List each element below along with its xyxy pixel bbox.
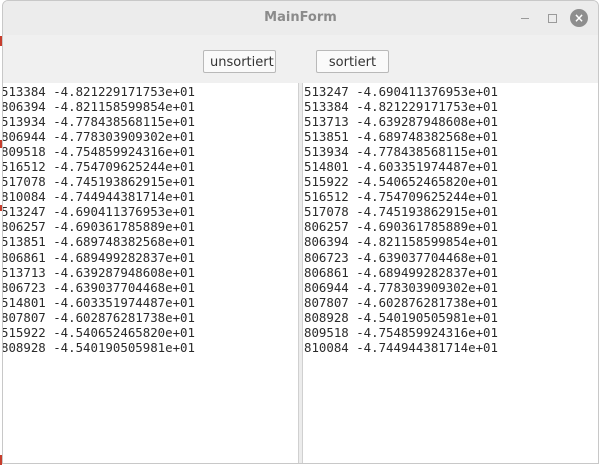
- list-item[interactable]: 806394 -4.821158599854e+01: [303, 234, 598, 249]
- list-item[interactable]: 513934 -4.778438568115e+01: [3, 114, 298, 129]
- maximize-icon[interactable]: [543, 9, 561, 27]
- list-item[interactable]: 513851 -4.689748382568e+01: [303, 129, 598, 144]
- list-item[interactable]: 806394 -4.821158599854e+01: [3, 99, 298, 114]
- list-item[interactable]: 806257 -4.690361785889e+01: [3, 219, 298, 234]
- list-item[interactable]: 806944 -4.778303909302e+01: [3, 129, 298, 144]
- title-bar[interactable]: MainForm ×: [3, 1, 598, 36]
- list-item[interactable]: 513247 -4.690411376953e+01: [3, 204, 298, 219]
- list-item[interactable]: 514801 -4.603351974487e+01: [3, 295, 298, 310]
- main-window: MainForm × unsortiert sortiert 513384 -4…: [2, 0, 599, 464]
- list-item[interactable]: 808928 -4.540190505981e+01: [303, 310, 598, 325]
- list-item[interactable]: 515922 -4.540652465820e+01: [3, 325, 298, 340]
- list-item[interactable]: 806861 -4.689499282837e+01: [303, 265, 598, 280]
- list-item[interactable]: 514801 -4.603351974487e+01: [303, 159, 598, 174]
- unsorted-list[interactable]: 513384 -4.821229171753e+01 806394 -4.8211…: [3, 83, 299, 463]
- window-title: MainForm: [264, 10, 337, 25]
- list-item[interactable]: 806257 -4.690361785889e+01: [303, 219, 598, 234]
- sorted-list[interactable]: 513247 -4.690411376953e+01 513384 -4.8212…: [302, 83, 598, 463]
- list-item[interactable]: 809518 -4.754859924316e+01: [3, 144, 298, 159]
- list-item[interactable]: 517078 -4.745193862915e+01: [303, 204, 598, 219]
- list-item[interactable]: 513713 -4.639287948608e+01: [303, 114, 598, 129]
- list-item[interactable]: 513384 -4.821229171753e+01: [3, 84, 298, 99]
- list-item[interactable]: 513851 -4.689748382568e+01: [3, 234, 298, 249]
- list-item[interactable]: 513247 -4.690411376953e+01: [303, 84, 598, 99]
- list-item[interactable]: 810084 -4.744944381714e+01: [303, 340, 598, 355]
- list-item[interactable]: 516512 -4.754709625244e+01: [303, 189, 598, 204]
- list-item[interactable]: 516512 -4.754709625244e+01: [3, 159, 298, 174]
- list-item[interactable]: 517078 -4.745193862915e+01: [3, 174, 298, 189]
- sorted-button[interactable]: sortiert: [316, 50, 389, 73]
- list-item[interactable]: 808928 -4.540190505981e+01: [3, 340, 298, 355]
- minimize-icon[interactable]: [516, 9, 534, 27]
- list-item[interactable]: 807807 -4.602876281738e+01: [303, 295, 598, 310]
- list-item[interactable]: 515922 -4.540652465820e+01: [303, 174, 598, 189]
- list-item[interactable]: 806944 -4.778303909302e+01: [303, 280, 598, 295]
- toolbar: unsortiert sortiert: [3, 35, 598, 82]
- list-item[interactable]: 513384 -4.821229171753e+01: [303, 99, 598, 114]
- list-item[interactable]: 806861 -4.689499282837e+01: [3, 250, 298, 265]
- list-item[interactable]: 807807 -4.602876281738e+01: [3, 310, 298, 325]
- unsorted-button[interactable]: unsortiert: [203, 50, 276, 73]
- list-item[interactable]: 810084 -4.744944381714e+01: [3, 189, 298, 204]
- list-item[interactable]: 806723 -4.639037704468e+01: [3, 280, 298, 295]
- list-item[interactable]: 809518 -4.754859924316e+01: [303, 325, 598, 340]
- close-icon[interactable]: ×: [570, 9, 588, 27]
- list-item[interactable]: 513713 -4.639287948608e+01: [3, 265, 298, 280]
- list-item[interactable]: 513934 -4.778438568115e+01: [303, 144, 598, 159]
- list-item[interactable]: 806723 -4.639037704468e+01: [303, 250, 598, 265]
